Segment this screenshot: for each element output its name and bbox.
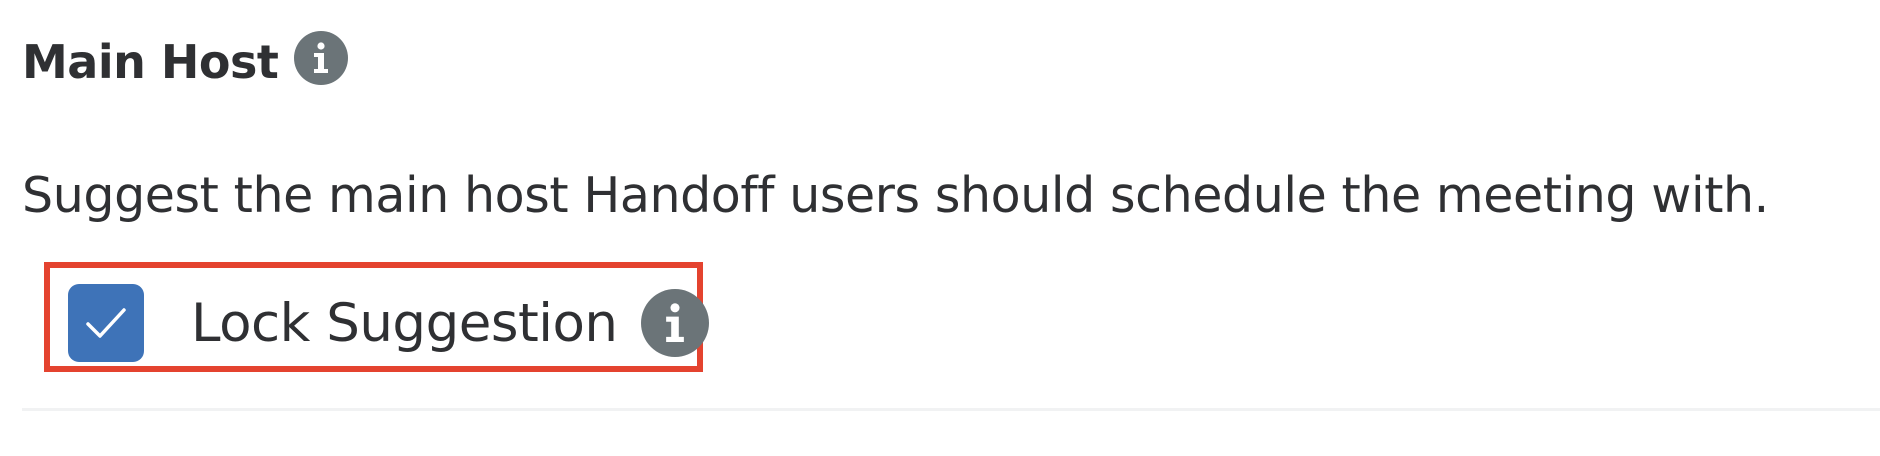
section-header: Main Host [22,28,349,96]
description-text: Suggest the main host Handoff users shou… [22,167,1769,224]
lock-suggestion-row: Lock Suggestion [68,283,710,363]
divider [22,408,1880,411]
section-title: Main Host [22,35,279,89]
info-icon[interactable] [641,289,710,357]
info-icon[interactable] [294,31,349,85]
lock-suggestion-checkbox[interactable] [68,284,144,362]
checkmark-icon [86,308,126,338]
lock-suggestion-label[interactable]: Lock Suggestion [191,293,618,354]
